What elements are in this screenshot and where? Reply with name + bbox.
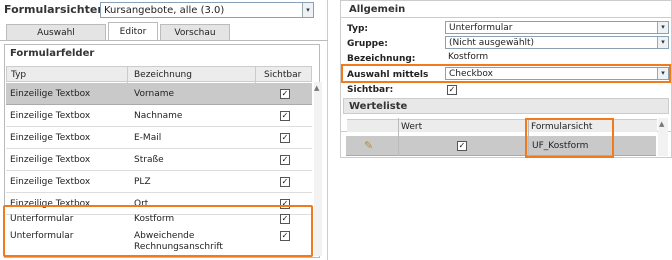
tab-vorschau-label: Vorschau (174, 28, 216, 38)
typ-select[interactable]: Unterformular ▾ (445, 21, 669, 34)
tab-editor[interactable]: Editor (108, 22, 158, 41)
formularsichten-label: Formularsichten: (4, 3, 110, 16)
row-typ: Einzeilige Textbox (10, 111, 91, 121)
col-bezeichnung[interactable]: Bezeichnung (134, 70, 192, 80)
bezeichnung-input[interactable]: Kostform (445, 51, 669, 64)
visible-checkbox[interactable]: ✓ (280, 89, 290, 99)
tab-auswahl[interactable]: Auswahl (6, 24, 106, 40)
right-panel: Allgemein Typ: Unterformular ▾ Gruppe: (… (340, 0, 672, 133)
sichtbar-label: Sichtbar: (347, 85, 394, 95)
row-bezeichnung: Vorname (134, 89, 175, 99)
title-divider (341, 17, 671, 18)
werteliste-title: Werteliste (349, 101, 408, 112)
row-typ: Einzeilige Textbox (10, 155, 91, 165)
left-panel: Formularsichten: Kursangebote, alle (3.0… (0, 0, 328, 260)
highlight-box (525, 118, 614, 158)
table-row[interactable]: Einzeilige Textbox PLZ ✓ (6, 171, 312, 193)
visible-checkbox[interactable]: ✓ (280, 155, 290, 165)
typ-select-value: Unterformular (449, 23, 513, 33)
wert-checkbox[interactable]: ✓ (457, 141, 467, 151)
scroll-up-icon[interactable]: ▲ (314, 84, 319, 92)
sichtbar-checkbox[interactable]: ✓ (447, 85, 457, 95)
tab-vorschau[interactable]: Vorschau (160, 24, 230, 40)
row-bezeichnung: E-Mail (134, 133, 162, 143)
typ-label: Typ: (347, 24, 368, 34)
fields-scrollbar[interactable]: ▲ (314, 82, 322, 256)
chevron-down-icon[interactable]: ▾ (657, 22, 668, 33)
gruppe-select[interactable]: (Nicht ausgewählt) ▾ (445, 36, 669, 49)
col-sichtbar[interactable]: Sichtbar (264, 70, 301, 80)
row-bezeichnung: Nachname (134, 111, 183, 121)
tab-divider (0, 40, 328, 41)
chevron-down-icon[interactable]: ▾ (302, 3, 313, 17)
formularsichten-select[interactable]: Kursangebote, alle (3.0) ▾ (100, 2, 314, 18)
bezeichnung-input-value: Kostform (448, 52, 489, 62)
formularsichten-select-value: Kursangebote, alle (3.0) (104, 5, 225, 16)
tab-editor-label: Editor (119, 27, 147, 37)
visible-checkbox[interactable]: ✓ (280, 111, 290, 121)
fields-panel-title: Formularfelder (10, 48, 95, 59)
row-bezeichnung: PLZ (134, 177, 151, 187)
col-sep (398, 118, 399, 156)
gruppe-label: Gruppe: (347, 39, 388, 49)
gruppe-select-value: (Nicht ausgewählt) (449, 38, 535, 48)
table-row[interactable]: Einzeilige Textbox Straße ✓ (6, 149, 312, 171)
row-bezeichnung: Straße (134, 155, 164, 165)
values-scrollbar[interactable]: ▲ (658, 118, 668, 156)
row-typ: Einzeilige Textbox (10, 89, 91, 99)
row-typ: Einzeilige Textbox (10, 133, 91, 143)
table-row[interactable]: Einzeilige Textbox Nachname ✓ (6, 105, 312, 127)
pencil-icon[interactable]: ✎ (364, 139, 373, 152)
chevron-down-icon[interactable]: ▾ (657, 37, 668, 48)
allgemein-title: Allgemein (349, 4, 406, 15)
row-typ: Einzeilige Textbox (10, 177, 91, 187)
tab-auswahl-label: Auswahl (37, 28, 75, 38)
col-wert[interactable]: Wert (401, 122, 422, 132)
visible-checkbox[interactable]: ✓ (280, 133, 290, 143)
bezeichnung-label: Bezeichnung: (347, 54, 416, 64)
highlight-box (341, 64, 671, 83)
col-typ[interactable]: Typ (11, 70, 26, 80)
visible-checkbox[interactable]: ✓ (280, 177, 290, 187)
scroll-up-icon[interactable]: ▲ (659, 120, 664, 128)
highlight-box (3, 205, 313, 257)
table-row[interactable]: Einzeilige Textbox E-Mail ✓ (6, 127, 312, 149)
table-row[interactable]: Einzeilige Textbox Vorname ✓ (6, 83, 312, 105)
